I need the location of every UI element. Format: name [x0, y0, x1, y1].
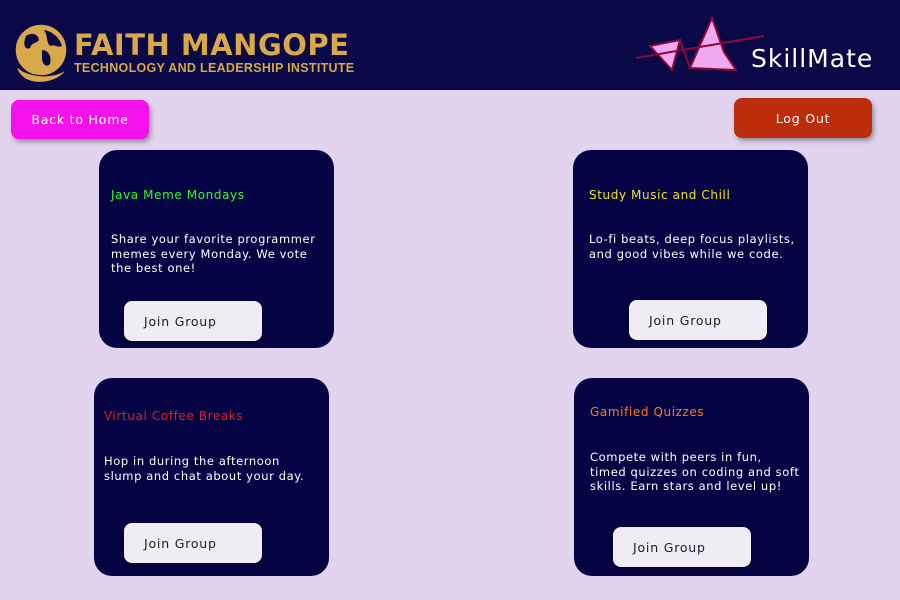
join-group-button[interactable]: Join Group: [613, 527, 751, 567]
group-description: Share your favorite programmer memes eve…: [111, 232, 316, 275]
join-group-button[interactable]: Join Group: [124, 301, 262, 341]
group-description: Lo-fi beats, deep focus playlists, and g…: [589, 232, 795, 261]
group-title: Java Meme Mondays: [111, 188, 245, 202]
group-description: Compete with peers in fun, timed quizzes…: [590, 450, 800, 493]
group-card-study-music-and-chill: Study Music and Chill Lo-fi beats, deep …: [573, 150, 808, 348]
group-title: Gamified Quizzes: [590, 405, 705, 419]
globe-hand-icon: [14, 23, 68, 83]
group-title: Virtual Coffee Breaks: [104, 409, 244, 423]
logout-button[interactable]: Log Out: [734, 98, 872, 138]
top-header: FAITH MANGOPE TECHNOLOGY AND LEADERSHIP …: [0, 0, 900, 90]
group-description: Hop in during the afternoon slump and ch…: [104, 454, 305, 483]
brand-name: SkillMate: [751, 44, 874, 73]
logo-subtitle: TECHNOLOGY AND LEADERSHIP INSTITUTE: [74, 61, 355, 75]
group-card-virtual-coffee-breaks: Virtual Coffee Breaks Hop in during the …: [94, 378, 329, 576]
institute-logo: FAITH MANGOPE TECHNOLOGY AND LEADERSHIP …: [12, 20, 354, 84]
join-group-button[interactable]: Join Group: [124, 523, 262, 563]
back-to-home-button[interactable]: Back to Home: [11, 100, 149, 139]
logo-title: FAITH MANGOPE: [74, 28, 350, 62]
group-card-java-meme-mondays: Java Meme Mondays Share your favorite pr…: [99, 150, 334, 348]
group-title: Study Music and Chill: [589, 188, 731, 202]
join-group-button[interactable]: Join Group: [629, 300, 767, 340]
pink-peaks-icon: [635, 15, 765, 73]
group-card-gamified-quizzes: Gamified Quizzes Compete with peers in f…: [574, 378, 809, 576]
